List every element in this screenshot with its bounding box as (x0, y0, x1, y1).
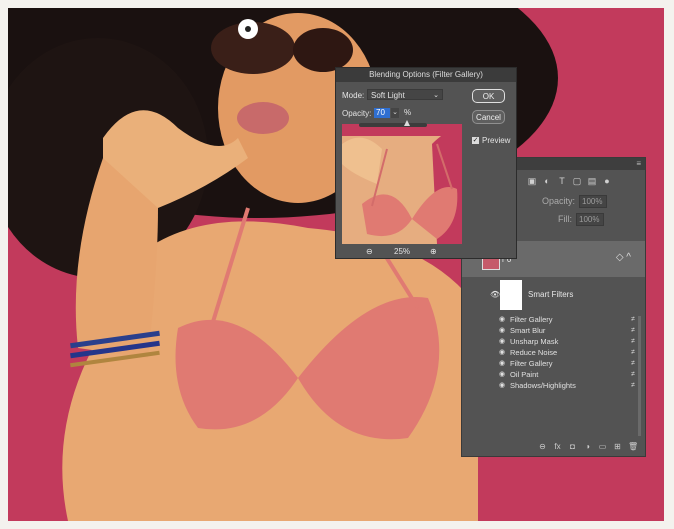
chevron-down-icon[interactable]: ⌄ (391, 108, 399, 118)
smart-filter-mask-thumbnail[interactable] (500, 280, 522, 310)
slider-knob[interactable] (403, 120, 410, 126)
dialog-title: Blending Options (Filter Gallery) (336, 68, 516, 82)
eye-icon[interactable]: ◉ (499, 369, 505, 380)
opacity-label: Opacity: (542, 196, 576, 206)
mode-select[interactable]: Soft Light ⌄ (367, 89, 443, 100)
filter-item[interactable]: ◉ Unsharp Mask ≠ (462, 336, 645, 347)
filter-item[interactable]: ◉ Shadows/Highlights ≠ (462, 380, 645, 391)
smart-filter-list: ◉ Filter Gallery ≠ ◉ Smart Blur ≠ ◉ Unsharp M… (462, 314, 645, 391)
trash-icon[interactable]: 🗑 (628, 442, 638, 451)
fill-field[interactable]: 100% (576, 212, 604, 226)
adjustment-icon[interactable]: ◑ (583, 442, 592, 451)
filter-item[interactable]: ◉ Oil Paint ≠ (462, 369, 645, 380)
smart-filters-row[interactable]: 👁 Smart Filters (462, 278, 645, 312)
preview-label: Preview (482, 136, 511, 145)
eye-icon[interactable]: ◉ (499, 325, 505, 336)
cancel-button[interactable]: Cancel (472, 110, 505, 124)
checkmark-icon: ✓ (472, 137, 479, 145)
scrollbar[interactable] (638, 316, 641, 436)
eye-icon[interactable]: ◉ (499, 380, 505, 391)
smart-filters-label: Smart Filters (528, 290, 574, 299)
preview-checkbox[interactable]: ✓ Preview (472, 136, 510, 145)
blending-options-icon[interactable]: ≠ (631, 347, 635, 358)
opacity-label: Opacity: (342, 109, 372, 118)
filter-label: Reduce Noise (510, 348, 558, 357)
eye-icon[interactable]: ◉ (499, 358, 505, 369)
filter-item[interactable]: ◉ Reduce Noise ≠ (462, 347, 645, 358)
blending-options-icon[interactable]: ≠ (631, 369, 635, 380)
mode-label: Mode: (342, 91, 365, 100)
eye-icon[interactable]: ◉ (499, 336, 505, 347)
smart-filter-toggle-icon[interactable]: ◇ ^ (616, 252, 631, 263)
shape-filter-icon[interactable]: ▢ (572, 176, 582, 186)
blending-options-icon[interactable]: ≠ (631, 325, 635, 336)
pixel-filter-icon[interactable]: ▣ (527, 176, 537, 186)
zoom-controls: ⊖ 25% ⊕ (342, 247, 462, 257)
blending-options-icon[interactable]: ≠ (631, 336, 635, 347)
zoom-in-icon[interactable]: ⊕ (430, 247, 437, 256)
eye-icon[interactable]: ◉ (499, 314, 505, 325)
layers-footer: ⊖ fx ◘ ◑ ▭ ⊞ 🗑 (462, 436, 645, 456)
blending-options-dialog: Blending Options (Filter Gallery) Mode: … (335, 67, 517, 259)
folder-icon[interactable]: ▭ (598, 442, 607, 451)
type-filter-icon[interactable]: T (557, 176, 567, 186)
fx-icon[interactable]: fx (553, 442, 562, 451)
filter-toggle-icon[interactable]: ● (602, 176, 612, 186)
opacity-unit: % (404, 108, 412, 117)
blending-options-icon[interactable]: ≠ (631, 380, 635, 391)
preview-artwork (342, 124, 462, 244)
opacity-field[interactable]: 100% (579, 194, 608, 208)
ok-button[interactable]: OK (472, 89, 505, 103)
smart-object-filter-icon[interactable]: ▤ (587, 176, 597, 186)
link-icon[interactable]: ⊖ (538, 442, 547, 451)
opacity-slider[interactable] (359, 120, 427, 127)
eye-icon[interactable]: ◉ (499, 347, 505, 358)
filter-label: Unsharp Mask (510, 337, 559, 346)
adjustment-filter-icon[interactable]: ◐ (542, 176, 552, 186)
filter-label: Filter Gallery (510, 315, 553, 324)
zoom-out-icon[interactable]: ⊖ (366, 247, 373, 256)
blending-options-icon[interactable]: ≠ (631, 358, 635, 369)
filter-item[interactable]: ◉ Smart Blur ≠ (462, 325, 645, 336)
filter-label: Filter Gallery (510, 359, 553, 368)
filter-item[interactable]: ◉ Filter Gallery ≠ (462, 358, 645, 369)
new-layer-icon[interactable]: ⊞ (613, 442, 622, 451)
eye-icon[interactable]: 👁 (490, 290, 500, 299)
filter-label: Oil Paint (510, 370, 539, 379)
panel-menu-icon[interactable]: ≡ (636, 158, 641, 170)
opacity-input[interactable]: 70 (374, 108, 390, 118)
zoom-value: 25% (394, 247, 411, 256)
blending-options-icon[interactable]: ≠ (631, 314, 635, 325)
mode-value: Soft Light (371, 91, 405, 100)
fill-label: Fill: (558, 214, 572, 224)
filter-item[interactable]: ◉ Filter Gallery ≠ (462, 314, 645, 325)
filter-label: Shadows/Highlights (510, 381, 576, 390)
mask-icon[interactable]: ◘ (568, 442, 577, 451)
chevron-down-icon: ⌄ (433, 92, 439, 99)
filter-label: Smart Blur (510, 326, 546, 335)
preview-image[interactable] (342, 124, 462, 244)
